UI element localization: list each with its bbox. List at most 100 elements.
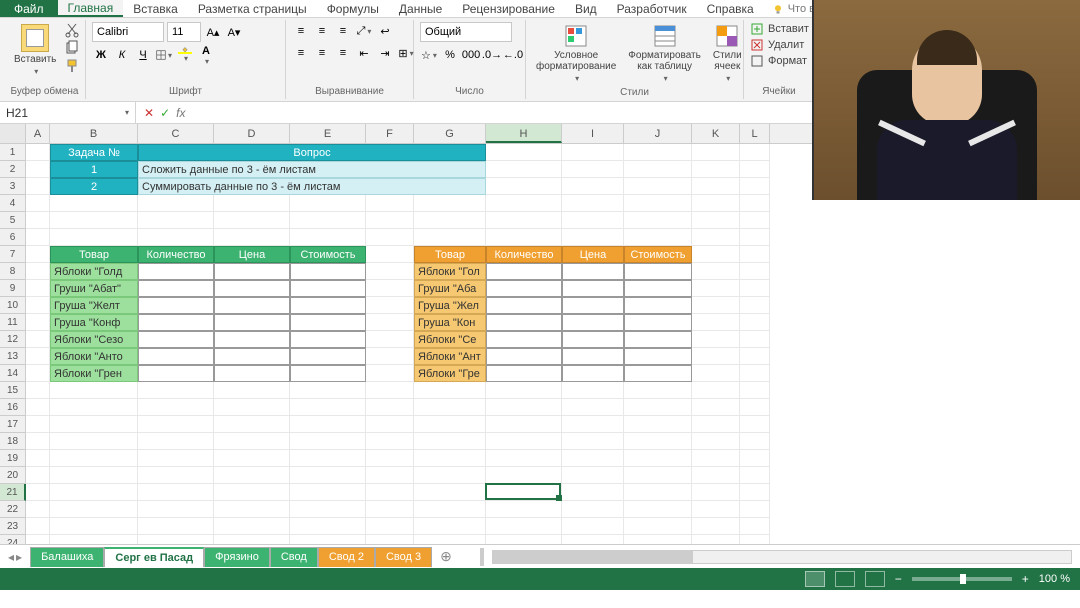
cell[interactable] <box>50 382 138 399</box>
cell[interactable] <box>624 144 692 161</box>
cell[interactable] <box>740 433 770 450</box>
cell[interactable] <box>740 382 770 399</box>
cell[interactable] <box>26 433 50 450</box>
sheet-tab[interactable]: Свод <box>270 547 318 567</box>
cell[interactable] <box>26 331 50 348</box>
cell[interactable] <box>486 314 562 331</box>
italic-button[interactable]: К <box>113 46 131 64</box>
cell[interactable] <box>692 178 740 195</box>
cell[interactable] <box>138 484 214 501</box>
cell[interactable] <box>138 212 214 229</box>
cell[interactable] <box>26 178 50 195</box>
cell[interactable]: Цена <box>562 246 624 263</box>
cell[interactable]: Цена <box>214 246 290 263</box>
cell[interactable] <box>366 433 414 450</box>
cell[interactable] <box>562 263 624 280</box>
cell[interactable] <box>692 229 740 246</box>
cell[interactable] <box>692 263 740 280</box>
cell[interactable] <box>740 195 770 212</box>
cell[interactable] <box>138 416 214 433</box>
cell[interactable] <box>692 535 740 544</box>
cell[interactable] <box>624 535 692 544</box>
cell[interactable] <box>214 535 290 544</box>
page-break-view-icon[interactable] <box>865 571 885 587</box>
cell[interactable] <box>138 331 214 348</box>
cell[interactable] <box>214 416 290 433</box>
cell[interactable] <box>692 280 740 297</box>
tab-help[interactable]: Справка <box>697 0 764 17</box>
align-top-icon[interactable]: ≡ <box>292 22 310 40</box>
cell[interactable]: Количество <box>486 246 562 263</box>
cell[interactable] <box>366 297 414 314</box>
delete-cells-button[interactable]: Удалит <box>750 38 804 52</box>
cell[interactable] <box>214 348 290 365</box>
cell[interactable] <box>486 382 562 399</box>
decrease-font-icon[interactable]: A▾ <box>225 23 243 41</box>
row-header[interactable]: 19 <box>0 450 26 467</box>
row-header[interactable]: 8 <box>0 263 26 280</box>
cell[interactable] <box>366 365 414 382</box>
cell[interactable]: 2 <box>50 178 138 195</box>
cell[interactable] <box>740 348 770 365</box>
format-cells-button[interactable]: Формат <box>750 54 807 68</box>
cell[interactable] <box>26 518 50 535</box>
cell[interactable] <box>366 399 414 416</box>
cell[interactable] <box>214 331 290 348</box>
cell[interactable] <box>138 229 214 246</box>
cell[interactable] <box>624 501 692 518</box>
cell[interactable] <box>50 416 138 433</box>
cell[interactable] <box>290 501 366 518</box>
horizontal-scrollbar[interactable] <box>492 550 1072 564</box>
cell[interactable] <box>486 467 562 484</box>
cell[interactable] <box>50 484 138 501</box>
cell[interactable] <box>562 501 624 518</box>
cell[interactable] <box>562 484 624 501</box>
cell[interactable] <box>692 518 740 535</box>
cell[interactable] <box>290 484 366 501</box>
cell[interactable]: Количество <box>138 246 214 263</box>
cell[interactable] <box>740 229 770 246</box>
font-name-select[interactable] <box>92 22 164 42</box>
cell[interactable] <box>290 195 366 212</box>
orientation-icon[interactable]: ⤢▾ <box>355 22 373 40</box>
column-header-C[interactable]: C <box>138 124 214 143</box>
cell[interactable] <box>624 382 692 399</box>
cell[interactable] <box>692 501 740 518</box>
cell[interactable] <box>486 280 562 297</box>
sheet-tab[interactable]: Фрязино <box>204 547 270 567</box>
column-header-H[interactable]: H <box>486 124 562 143</box>
cell[interactable] <box>290 212 366 229</box>
cell[interactable] <box>740 450 770 467</box>
bold-button[interactable]: Ж <box>92 46 110 64</box>
cell[interactable] <box>414 195 486 212</box>
format-as-table-button[interactable]: Форматировать как таблицу▾ <box>624 22 705 85</box>
increase-decimal-icon[interactable]: .0→ <box>483 46 501 64</box>
tab-insert[interactable]: Вставка <box>123 0 188 17</box>
borders-icon[interactable]: ▾ <box>155 46 173 64</box>
column-header-E[interactable]: E <box>290 124 366 143</box>
cell[interactable] <box>366 331 414 348</box>
percent-icon[interactable]: % <box>441 46 459 64</box>
currency-icon[interactable]: ☆▾ <box>420 46 438 64</box>
zoom-slider[interactable] <box>912 577 1012 581</box>
cell[interactable] <box>214 314 290 331</box>
row-header[interactable]: 23 <box>0 518 26 535</box>
row-header[interactable]: 1 <box>0 144 26 161</box>
cell[interactable] <box>138 535 214 544</box>
cell[interactable] <box>692 161 740 178</box>
cell[interactable] <box>486 484 562 501</box>
column-header-F[interactable]: F <box>366 124 414 143</box>
cell[interactable] <box>624 280 692 297</box>
cell[interactable] <box>562 229 624 246</box>
cell[interactable] <box>290 280 366 297</box>
align-center-icon[interactable]: ≡ <box>313 44 331 62</box>
cell[interactable] <box>214 263 290 280</box>
add-sheet-button[interactable]: ⊕ <box>432 548 460 565</box>
cell[interactable] <box>50 195 138 212</box>
cell[interactable] <box>740 280 770 297</box>
cell[interactable] <box>624 212 692 229</box>
cell[interactable] <box>50 467 138 484</box>
cell[interactable] <box>486 331 562 348</box>
cell[interactable] <box>50 501 138 518</box>
cell[interactable] <box>26 263 50 280</box>
